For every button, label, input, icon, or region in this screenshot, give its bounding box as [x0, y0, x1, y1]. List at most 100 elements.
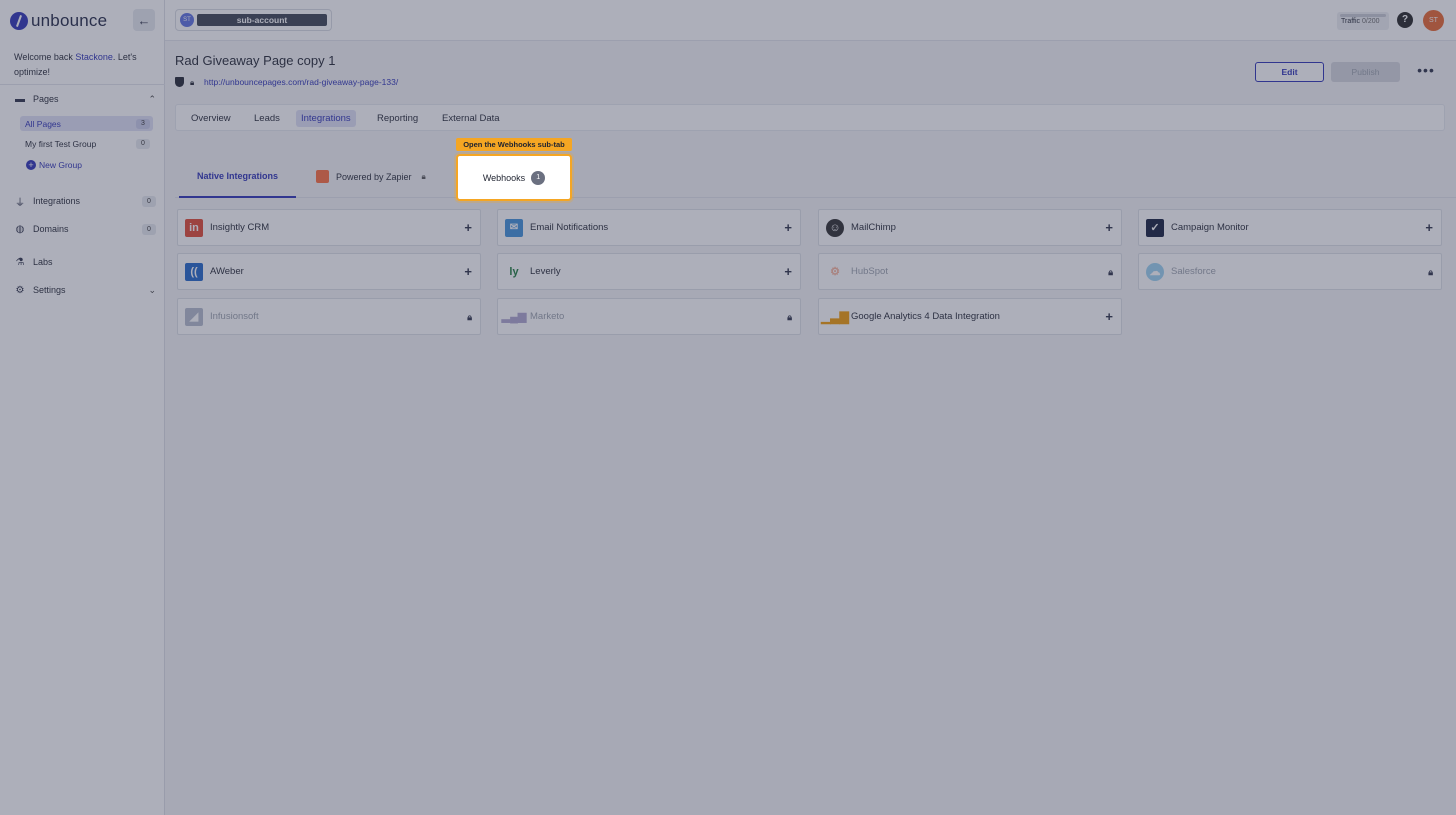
tab-leads[interactable]: Leads: [249, 110, 285, 127]
tutorial-tooltip: Open the Webhooks sub-tab: [456, 138, 572, 151]
gear-icon: ⚙: [15, 284, 25, 296]
sidebar-item-label: Settings: [33, 285, 66, 295]
sidebar-item-label: Labs: [33, 257, 53, 267]
welcome-message: Welcome back Stackone. Let's optimize!: [14, 50, 154, 80]
sidebar-item-label: Integrations: [33, 196, 81, 206]
pages-icon: ▬: [15, 93, 25, 105]
insightly-icon: in: [185, 218, 203, 237]
new-group-button[interactable]: + New Group: [26, 159, 82, 171]
integration-card-campaign-monitor[interactable]: ✓ Campaign Monitor +: [1138, 209, 1442, 246]
lock-icon: 🔒︎: [787, 312, 792, 322]
integration-name: Leverly: [530, 266, 561, 277]
salesforce-icon: ☁: [1146, 262, 1164, 281]
sidebar-item-settings[interactable]: ⚙ Settings ⌄: [14, 281, 156, 299]
integration-card-leverly[interactable]: ly Leverly +: [497, 253, 801, 290]
integration-name: HubSpot: [851, 266, 888, 277]
integration-name: AWeber: [210, 266, 244, 277]
sidebar-item-test-group[interactable]: My first Test Group 0: [20, 136, 153, 151]
lock-icon: 🔒︎: [421, 171, 426, 181]
integration-card-hubspot[interactable]: ⚙ HubSpot 🔒︎: [818, 253, 1122, 290]
flask-icon: ⚗: [15, 256, 25, 268]
count-badge: 0: [142, 195, 156, 207]
sidebar-item-label: My first Test Group: [25, 138, 97, 149]
lock-icon: 🔒︎: [190, 77, 195, 87]
add-icon[interactable]: +: [784, 265, 792, 278]
sidebar-item-domains[interactable]: ◍ Domains 0: [14, 220, 156, 238]
add-icon[interactable]: +: [1105, 221, 1113, 234]
integration-card-insightly[interactable]: in Insightly CRM +: [177, 209, 481, 246]
integration-card-infusionsoft[interactable]: ◢ Infusionsoft 🔒︎: [177, 298, 481, 335]
integration-name: Salesforce: [1171, 266, 1216, 277]
integration-card-salesforce[interactable]: ☁ Salesforce 🔒︎: [1138, 253, 1442, 290]
infusionsoft-icon: ◢: [185, 307, 203, 326]
add-icon[interactable]: +: [1425, 221, 1433, 234]
sidebar-item-label: Pages: [33, 94, 59, 104]
add-icon[interactable]: +: [464, 265, 472, 278]
add-icon[interactable]: +: [784, 221, 792, 234]
integration-name: Email Notifications: [530, 222, 609, 233]
divider: [0, 84, 165, 85]
welcome-user[interactable]: Stackone: [75, 52, 113, 62]
integration-card-marketo[interactable]: ▂▄▆ Marketo 🔒︎: [497, 298, 801, 335]
integration-card-aweber[interactable]: (( AWeber +: [177, 253, 481, 290]
page-url-row: 🔒︎ http://unbouncepages.com/rad-giveaway…: [175, 77, 398, 87]
page-title: Rad Giveaway Page copy 1: [175, 53, 336, 68]
subtab-label: Powered by Zapier: [336, 171, 412, 182]
globe-icon: ◍: [15, 223, 25, 235]
subtab-label: Webhooks: [482, 172, 526, 183]
page-url-link[interactable]: http://unbouncepages.com/rad-giveaway-pa…: [204, 77, 398, 87]
integration-card-mailchimp[interactable]: ☺ MailChimp +: [818, 209, 1122, 246]
tab-overview[interactable]: Overview: [186, 110, 236, 127]
chevron-up-icon: ⌃: [148, 93, 156, 104]
subtab-label: Native Integrations: [196, 170, 279, 181]
main-tabs: Overview Leads Integrations Reporting Ex…: [175, 104, 1445, 131]
lock-icon: 🔒︎: [1428, 267, 1433, 277]
traffic-label: Traffic: [1341, 18, 1361, 25]
marketo-icon: ▂▄▆: [502, 307, 526, 326]
aweber-icon: ((: [185, 262, 203, 281]
add-icon[interactable]: +: [1105, 310, 1113, 323]
sidebar-item-label: Domains: [33, 224, 69, 234]
new-group-label: New Group: [39, 160, 82, 170]
sidebar-item-labs[interactable]: ⚗ Labs: [14, 253, 156, 271]
lock-icon: 🔒︎: [467, 312, 472, 322]
user-avatar[interactable]: ST: [1423, 10, 1444, 31]
subtab-webhooks[interactable]: Webhooks 1: [456, 154, 572, 201]
tab-integrations[interactable]: Integrations: [296, 110, 356, 127]
add-icon[interactable]: +: [464, 221, 472, 234]
sidebar-item-integrations[interactable]: ⏚ Integrations 0: [14, 192, 156, 210]
count-badge: 0: [142, 223, 156, 235]
subtab-native-integrations[interactable]: Native Integrations: [179, 155, 296, 198]
top-bar: ST sub-account Traffic 0/200 ? ST: [165, 0, 1456, 41]
lock-icon: 🔒︎: [1108, 267, 1113, 277]
help-icon[interactable]: ?: [1397, 12, 1413, 28]
chevron-down-icon: ⌄: [148, 284, 156, 295]
hubspot-icon: ⚙: [826, 262, 844, 281]
campaign-monitor-icon: ✓: [1146, 218, 1164, 237]
count-badge: 0: [136, 138, 150, 149]
google-analytics-icon: ▁▃▇: [821, 307, 849, 326]
count-badge: 3: [136, 118, 150, 129]
plug-icon: ⏚: [15, 197, 25, 209]
shield-icon: [175, 77, 184, 87]
traffic-meter[interactable]: Traffic 0/200: [1337, 12, 1389, 30]
sidebar-item-all-pages[interactable]: All Pages 3: [20, 116, 153, 131]
tab-external-data[interactable]: External Data: [437, 110, 505, 127]
integration-card-email-notifications[interactable]: ✉ Email Notifications +: [497, 209, 801, 246]
subtab-zapier[interactable]: Powered by Zapier 🔒︎: [316, 155, 426, 198]
integration-card-google-analytics[interactable]: ▁▃▇ Google Analytics 4 Data Integration …: [818, 298, 1122, 335]
more-options-icon[interactable]: •••: [1415, 63, 1437, 80]
edit-button[interactable]: Edit: [1255, 62, 1324, 82]
logo-text: unbounce: [31, 11, 108, 30]
publish-button[interactable]: Publish: [1331, 62, 1400, 82]
collapse-sidebar-button[interactable]: ←: [133, 9, 155, 31]
account-switcher[interactable]: ST sub-account: [175, 9, 332, 31]
tab-reporting[interactable]: Reporting: [372, 110, 423, 127]
mailchimp-icon: ☺: [826, 218, 844, 237]
sidebar-item-pages[interactable]: ▬ Pages ⌃: [14, 90, 156, 108]
zapier-icon: [316, 170, 329, 183]
sub-tabs: Native Integrations Powered by Zapier 🔒︎: [175, 155, 1456, 198]
integration-name: Google Analytics 4 Data Integration: [851, 311, 1000, 322]
integration-name: MailChimp: [851, 222, 896, 233]
account-avatar: ST: [180, 13, 194, 27]
